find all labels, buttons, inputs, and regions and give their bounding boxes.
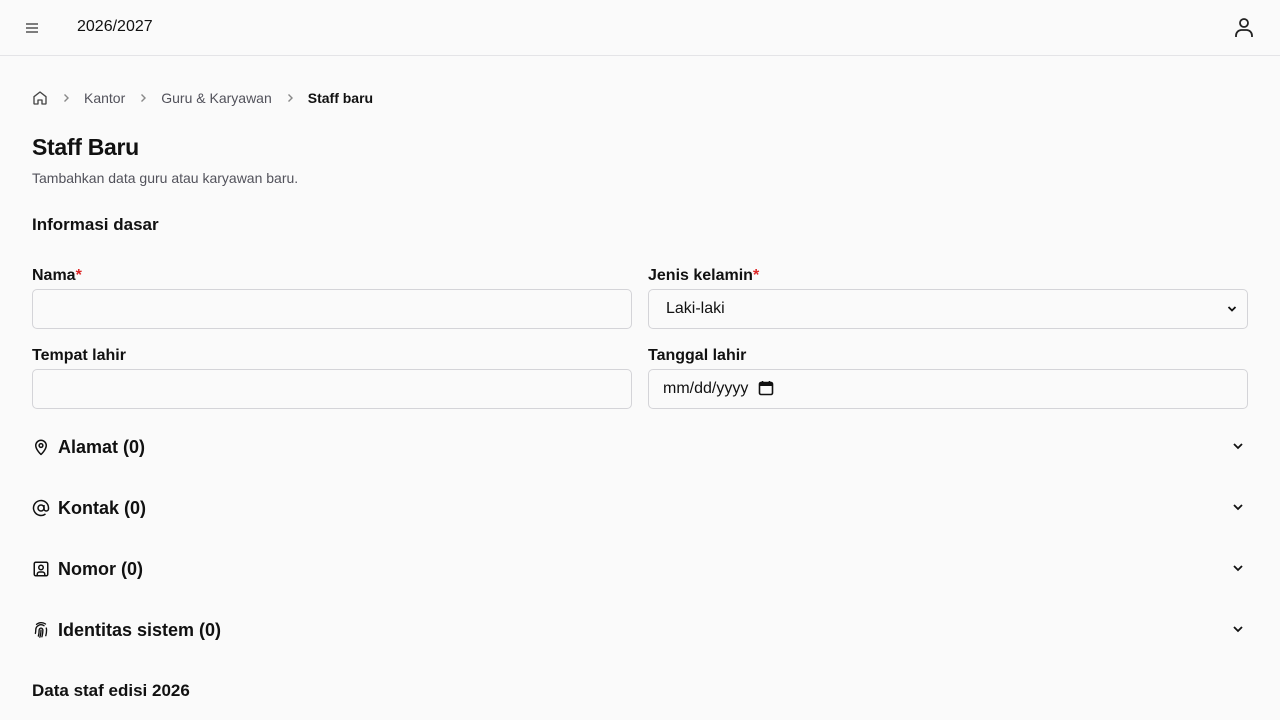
id-badge-icon bbox=[32, 560, 50, 578]
name-input[interactable] bbox=[32, 289, 632, 329]
accordion-identitas-sistem[interactable]: Identitas sistem (0) bbox=[32, 615, 1248, 645]
at-sign-icon bbox=[32, 499, 50, 517]
chevron-right-icon bbox=[58, 90, 74, 106]
birthdate-label: Tanggal lahir bbox=[648, 347, 747, 364]
required-marker: * bbox=[752, 267, 760, 284]
chevron-down-icon bbox=[1231, 439, 1247, 455]
accordion-label: Identitas sistem (0) bbox=[58, 619, 222, 640]
chevron-right-icon bbox=[282, 90, 298, 106]
name-label-text: Nama bbox=[32, 267, 76, 284]
required-marker: * bbox=[75, 267, 82, 284]
name-label: Nama* bbox=[32, 267, 82, 285]
top-bar: 2026/2027 bbox=[0, 0, 1280, 56]
home-link[interactable] bbox=[32, 90, 48, 106]
calendar-button[interactable] bbox=[758, 380, 776, 398]
accordion-alamat[interactable]: Alamat (0) bbox=[32, 432, 1248, 462]
page-title: Staff Baru bbox=[32, 134, 139, 160]
accordion-label: Nomor (0) bbox=[58, 558, 143, 579]
gender-label-text: Jenis kelamin bbox=[648, 267, 753, 284]
map-pin-icon bbox=[32, 438, 50, 456]
chevron-right-icon bbox=[135, 90, 151, 106]
user-button[interactable] bbox=[1232, 16, 1256, 40]
menu-button[interactable] bbox=[20, 16, 44, 40]
section-title-basic-info: Informasi dasar bbox=[32, 215, 159, 234]
user-icon bbox=[1235, 18, 1253, 37]
accordion-label: Kontak (0) bbox=[58, 497, 147, 518]
chevron-down-icon bbox=[1231, 622, 1247, 638]
birthdate-input[interactable]: mm/dd/yyyy bbox=[648, 369, 1248, 409]
birthplace-label: Tempat lahir bbox=[32, 347, 126, 364]
fingerprint-icon bbox=[32, 621, 50, 639]
gender-select[interactable]: Laki-laki bbox=[648, 289, 1248, 329]
section-title-staff-data: Data staf edisi 2026 bbox=[32, 681, 190, 700]
accordion-nomor[interactable]: Nomor (0) bbox=[32, 554, 1248, 584]
calendar-icon bbox=[759, 381, 774, 396]
breadcrumb: Kantor Guru & Karyawan Staff baru bbox=[32, 88, 373, 108]
academic-year[interactable]: 2026/2027 bbox=[77, 18, 153, 36]
birthdate-placeholder: mm/dd/yyyy bbox=[663, 380, 749, 397]
breadcrumb-link-guru-karyawan[interactable]: Guru & Karyawan bbox=[161, 90, 272, 106]
breadcrumb-link-kantor[interactable]: Kantor bbox=[84, 90, 125, 106]
chevron-down-icon bbox=[1231, 500, 1247, 516]
chevron-down-icon bbox=[1231, 561, 1247, 577]
hamburger-icon bbox=[26, 23, 38, 33]
gender-selected-value: Laki-laki bbox=[666, 300, 725, 317]
breadcrumb-current: Staff baru bbox=[307, 90, 374, 106]
page-subtitle: Tambahkan data guru atau karyawan baru. bbox=[32, 170, 299, 186]
gender-label: Jenis kelamin* bbox=[648, 267, 759, 285]
home-icon bbox=[33, 91, 47, 105]
chevron-down-icon bbox=[1227, 306, 1237, 312]
birthplace-input[interactable] bbox=[32, 369, 632, 409]
accordion-kontak[interactable]: Kontak (0) bbox=[32, 493, 1248, 523]
accordion-label: Alamat (0) bbox=[58, 436, 146, 457]
